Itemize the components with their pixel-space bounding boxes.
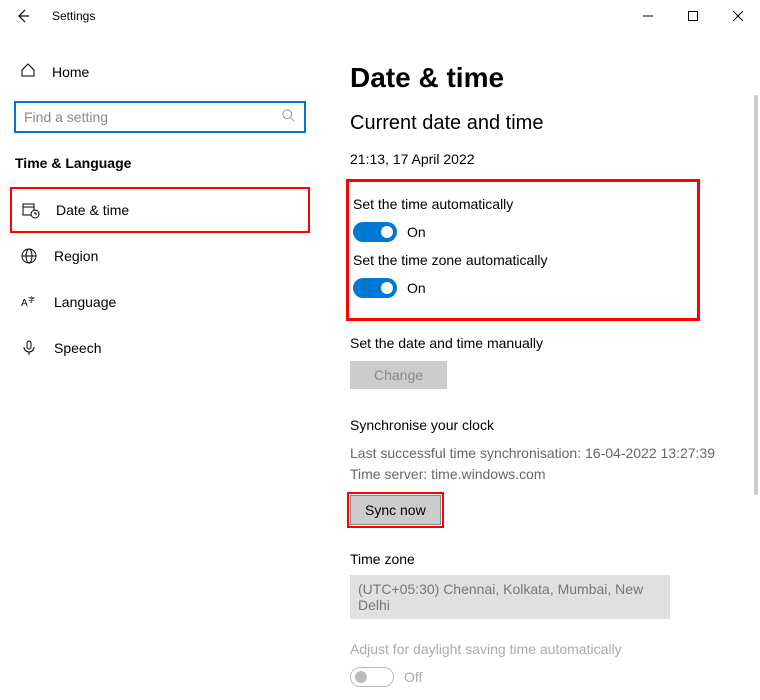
calendar-clock-icon — [22, 201, 40, 219]
dst-state: Off — [404, 669, 422, 685]
nav-home-label: Home — [52, 64, 89, 80]
home-icon — [20, 62, 36, 81]
auto-settings-highlight: Set the time automatically On Set the ti… — [346, 179, 700, 321]
search-icon — [282, 109, 296, 126]
sync-server-line: Time server: time.windows.com — [350, 464, 730, 485]
language-icon: A字 — [20, 293, 38, 311]
sync-now-button[interactable]: Sync now — [350, 495, 441, 525]
maximize-button[interactable] — [670, 1, 715, 31]
svg-text:A: A — [21, 298, 28, 309]
change-button: Change — [350, 361, 447, 389]
titlebar: Settings — [0, 0, 760, 32]
nav-home[interactable]: Home — [0, 52, 320, 91]
close-button[interactable] — [715, 1, 760, 31]
search-box[interactable] — [14, 101, 306, 133]
current-datetime-heading: Current date and time — [350, 112, 730, 135]
svg-text:字: 字 — [28, 295, 35, 304]
section-header: Time & Language — [0, 155, 320, 187]
current-datetime-value: 21:13, 17 April 2022 — [350, 151, 730, 167]
sidebar: Home Time & Language Date & time Region … — [0, 32, 320, 700]
dst-label: Adjust for daylight saving time automati… — [350, 641, 730, 657]
nav-item-label: Region — [54, 248, 98, 264]
nav-region[interactable]: Region — [0, 233, 320, 279]
nav-item-label: Speech — [54, 340, 101, 356]
auto-time-state: On — [407, 224, 426, 240]
main-content: Date & time Current date and time 21:13,… — [320, 32, 760, 700]
nav-date-time[interactable]: Date & time — [10, 187, 310, 233]
auto-tz-state: On — [407, 280, 426, 296]
microphone-icon — [20, 339, 38, 357]
auto-tz-toggle[interactable] — [353, 278, 397, 298]
window-title: Settings — [52, 9, 95, 23]
sync-heading: Synchronise your clock — [350, 417, 730, 433]
auto-time-toggle[interactable] — [353, 222, 397, 242]
manual-label: Set the date and time manually — [350, 335, 730, 351]
auto-time-label: Set the time automatically — [353, 196, 697, 212]
auto-tz-label: Set the time zone automatically — [353, 252, 697, 268]
timezone-select: (UTC+05:30) Chennai, Kolkata, Mumbai, Ne… — [350, 575, 670, 619]
scrollbar[interactable] — [754, 95, 758, 495]
search-input[interactable] — [24, 109, 282, 125]
nav-speech[interactable]: Speech — [0, 325, 320, 371]
nav-language[interactable]: A字 Language — [0, 279, 320, 325]
nav-item-label: Date & time — [56, 202, 129, 218]
sync-last-line: Last successful time synchronisation: 16… — [350, 443, 730, 464]
dst-toggle — [350, 667, 394, 687]
back-button[interactable] — [8, 1, 38, 31]
globe-icon — [20, 247, 38, 265]
timezone-label: Time zone — [350, 551, 730, 567]
minimize-button[interactable] — [625, 1, 670, 31]
nav-item-label: Language — [54, 294, 116, 310]
page-title: Date & time — [350, 62, 730, 94]
